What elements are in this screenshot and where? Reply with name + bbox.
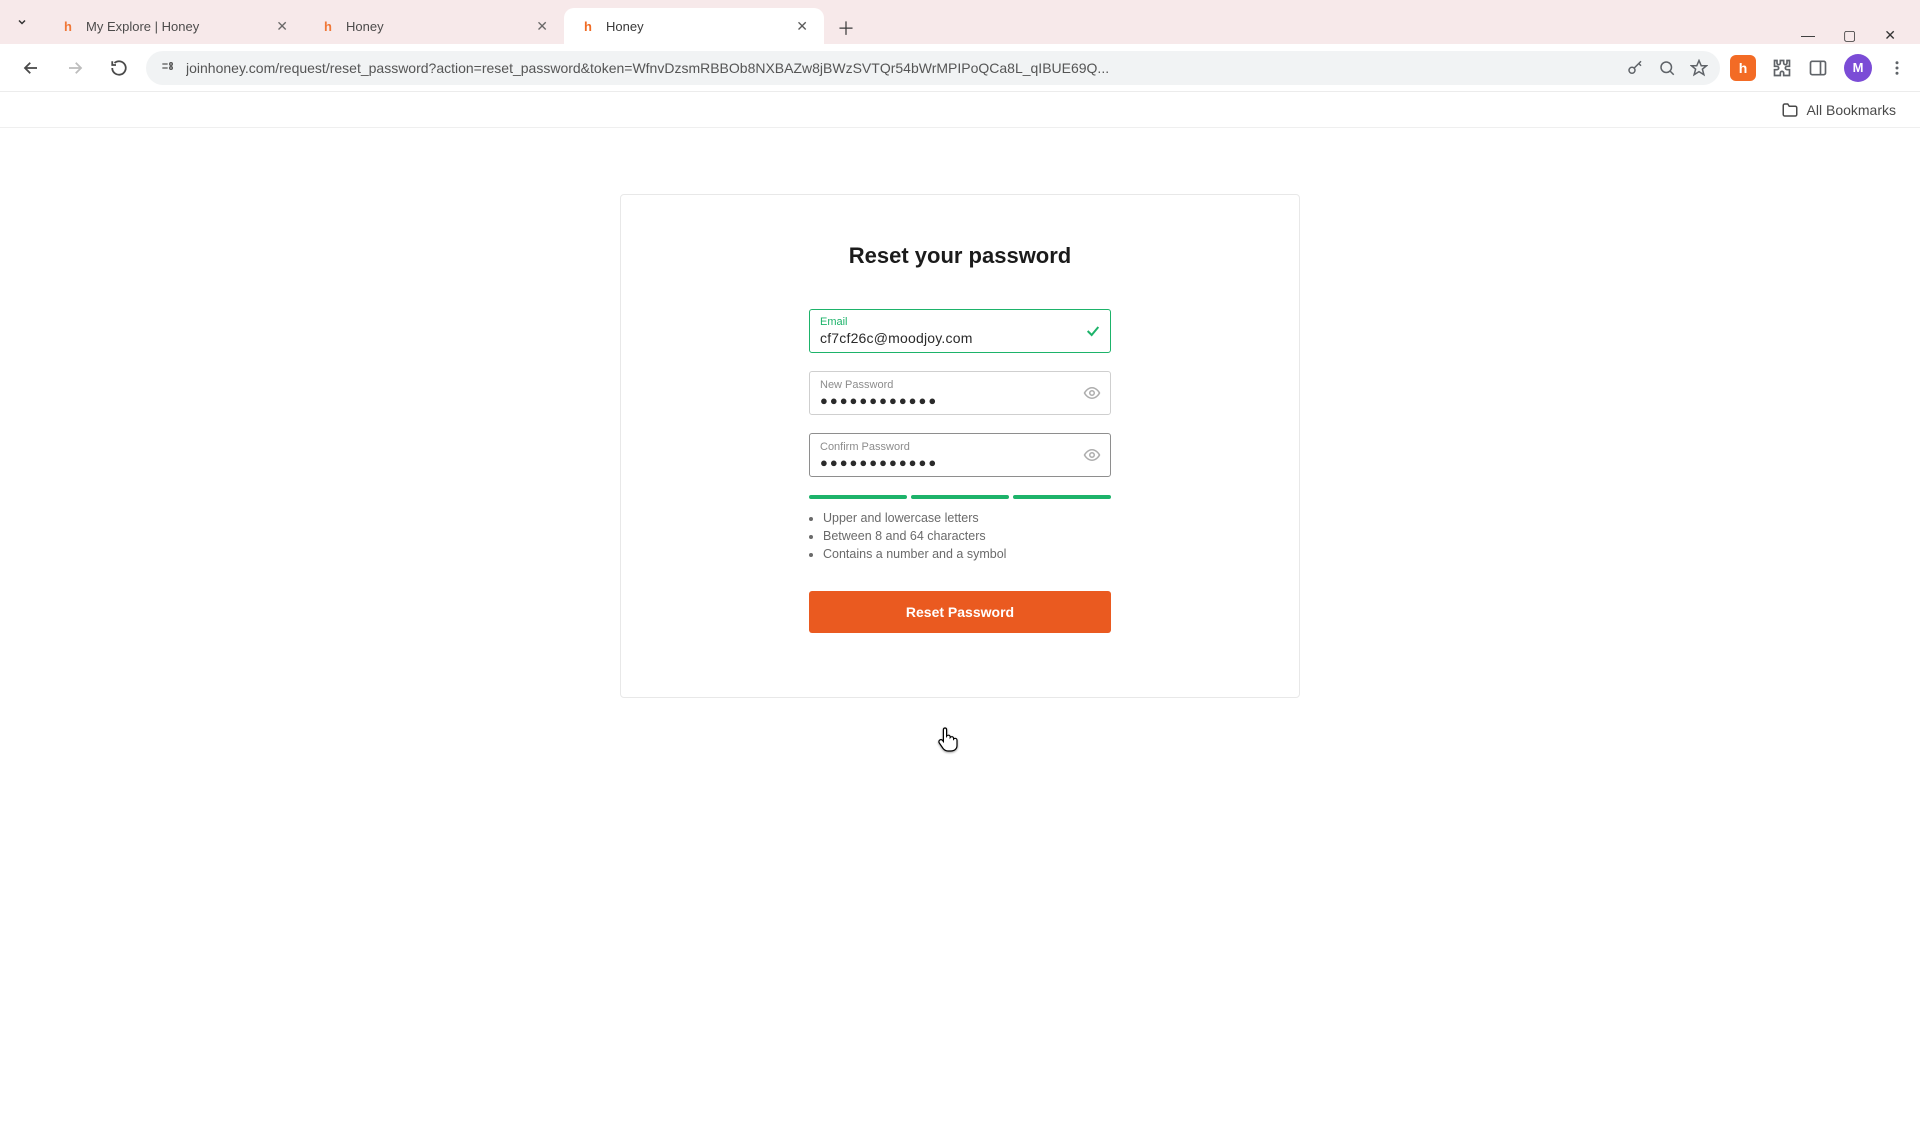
tab-search-dropdown[interactable] [0,0,44,44]
pointer-cursor-icon [938,726,958,752]
nav-back-button[interactable] [14,51,48,85]
browser-tab-2[interactable]: h Honey ✕ [564,8,824,44]
new-password-label: New Password [820,379,1074,391]
omnibox[interactable]: joinhoney.com/request/reset_password?act… [146,51,1720,85]
extensions-puzzle-icon[interactable] [1772,58,1792,78]
password-rule: Upper and lowercase letters [823,509,1111,527]
tab-title: Honey [346,19,526,34]
new-password-field[interactable]: New Password ●●●●●●●●●●●● [809,371,1111,415]
eye-icon[interactable] [1083,446,1101,464]
tab-title: My Explore | Honey [86,19,266,34]
email-label: Email [820,316,1074,328]
chrome-toolbar: joinhoney.com/request/reset_password?act… [0,44,1920,92]
password-rule: Between 8 and 64 characters [823,527,1111,545]
password-key-icon[interactable] [1626,59,1644,77]
tab-close-button[interactable]: ✕ [276,19,288,33]
window-close-button[interactable]: ✕ [1884,27,1896,44]
profile-initial: M [1853,60,1864,75]
arrow-left-icon [22,59,40,77]
ext-initial: h [1739,60,1748,76]
password-strength-meter [809,495,1111,499]
all-bookmarks-link[interactable]: All Bookmarks [1807,102,1896,118]
browser-tab-1[interactable]: h Honey ✕ [304,8,564,44]
email-field[interactable]: Email cf7cf26c@moodjoy.com [809,309,1111,353]
tab-close-button[interactable]: ✕ [536,19,548,33]
honey-favicon-icon: h [580,18,596,34]
new-password-value: ●●●●●●●●●●●● [820,393,1074,408]
password-rules-list: Upper and lowercase letters Between 8 an… [809,509,1111,563]
kebab-menu-icon[interactable] [1888,59,1906,77]
site-info-icon[interactable] [158,59,176,77]
checkmark-icon [1085,323,1101,339]
honey-favicon-icon: h [320,18,336,34]
omnibox-right-icons [1626,59,1708,77]
zoom-icon[interactable] [1658,59,1676,77]
window-maximize-button[interactable]: ▢ [1843,27,1856,44]
honey-extension-button[interactable]: h [1730,55,1756,81]
bookmark-star-icon[interactable] [1690,59,1708,77]
page-content: Reset your password Email cf7cf26c@moodj… [0,194,1920,1146]
new-tab-button[interactable]: ＋ [830,12,862,44]
folder-icon [1781,101,1799,119]
confirm-password-field[interactable]: Confirm Password ●●●●●●●●●●●● [809,433,1111,477]
toolbar-right-actions: h M [1730,54,1906,82]
reload-icon [110,59,128,77]
confirm-password-value: ●●●●●●●●●●●● [820,455,1074,470]
confirm-password-label: Confirm Password [820,441,1074,453]
chevron-down-icon [16,16,28,28]
eye-icon[interactable] [1083,384,1101,402]
chrome-tab-strip: h My Explore | Honey ✕ h Honey ✕ h Honey… [0,0,1920,44]
vertical-scrollbar[interactable] [1906,194,1918,1146]
window-minimize-button[interactable]: — [1801,27,1815,44]
password-rule: Contains a number and a symbol [823,545,1111,563]
nav-forward-button[interactable] [58,51,92,85]
bookmarks-bar: All Bookmarks [0,92,1920,128]
tab-close-button[interactable]: ✕ [796,19,808,33]
omnibox-url: joinhoney.com/request/reset_password?act… [186,60,1616,76]
nav-reload-button[interactable] [102,51,136,85]
arrow-right-icon [66,59,84,77]
card-title: Reset your password [693,243,1227,269]
browser-tab-0[interactable]: h My Explore | Honey ✕ [44,8,304,44]
reset-password-button[interactable]: Reset Password [809,591,1111,633]
profile-avatar[interactable]: M [1844,54,1872,82]
side-panel-icon[interactable] [1808,58,1828,78]
reset-password-card: Reset your password Email cf7cf26c@moodj… [620,194,1300,698]
honey-favicon-icon: h [60,18,76,34]
email-value: cf7cf26c@moodjoy.com [820,330,1074,346]
window-controls: — ▢ ✕ [1801,27,1910,44]
tab-title: Honey [606,19,786,34]
